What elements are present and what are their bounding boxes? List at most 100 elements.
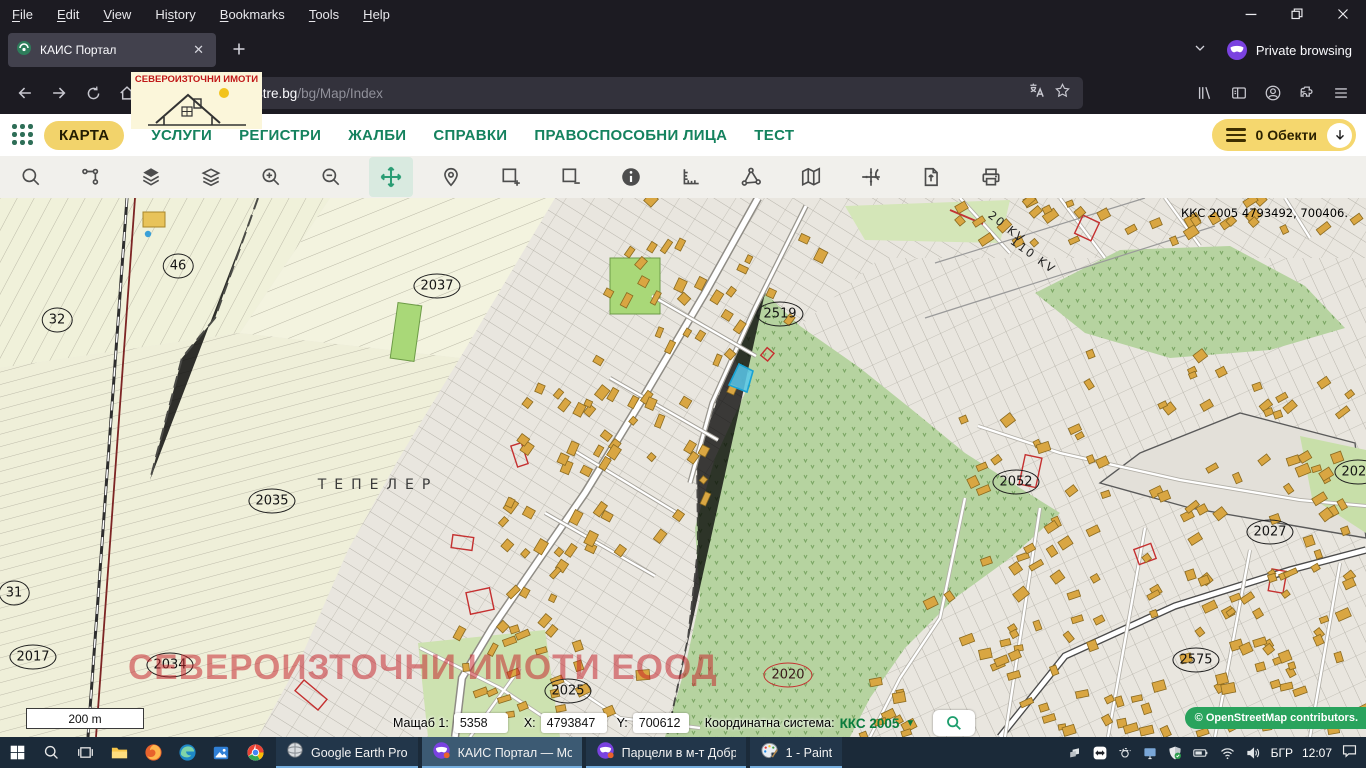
- minimize-button[interactable]: [1228, 0, 1274, 28]
- menu-history[interactable]: History: [155, 7, 195, 22]
- export-icon[interactable]: [909, 157, 953, 197]
- apps-grid-icon[interactable]: [12, 124, 34, 146]
- clock[interactable]: 12:07: [1302, 746, 1332, 760]
- tab-close-icon[interactable]: ✕: [189, 40, 208, 60]
- taskbar-app-label: Google Earth Pro: [311, 746, 408, 760]
- info-icon[interactable]: [609, 157, 653, 197]
- menu-help[interactable]: Help: [363, 7, 390, 22]
- crs-value[interactable]: ККС 2005: [840, 716, 900, 731]
- nav-item-2[interactable]: РЕГИСТРИ: [239, 127, 321, 144]
- url-text[interactable]: kais.cadastre.bg/bg/Map/Index: [199, 86, 1021, 101]
- rect-remove-icon[interactable]: [549, 157, 593, 197]
- search-icon[interactable]: [9, 157, 53, 197]
- edge-icon[interactable]: [170, 737, 204, 768]
- tab-list-chevron-icon[interactable]: [1192, 40, 1208, 61]
- parcel-label-2020: 2020: [763, 663, 812, 688]
- taskbar-app-3[interactable]: 1 - Paint: [750, 737, 843, 768]
- battery-icon[interactable]: [1192, 745, 1210, 761]
- map-search-button[interactable]: [933, 710, 975, 736]
- photos-icon[interactable]: [204, 737, 238, 768]
- crs-label: Координатна система:: [705, 716, 835, 730]
- marker-icon[interactable]: [429, 157, 473, 197]
- language-indicator[interactable]: БГР: [1271, 746, 1293, 760]
- teamviewer-icon[interactable]: [1092, 745, 1108, 761]
- system-tray: БГР 12:07: [1067, 737, 1366, 768]
- objects-download-icon[interactable]: [1327, 123, 1352, 148]
- new-tab-button[interactable]: [228, 38, 250, 65]
- menu-edit[interactable]: Edit: [57, 7, 79, 22]
- browser-menubar: File Edit View History Bookmarks Tools Help: [0, 0, 1366, 28]
- layers-filled-icon[interactable]: [129, 157, 173, 197]
- earth-icon: [286, 741, 304, 764]
- cursor-coords-readout: ККС 2005 4793492, 700406.: [1181, 206, 1348, 220]
- measure-area-icon[interactable]: [729, 157, 773, 197]
- cascade-windows-icon[interactable]: [1067, 745, 1083, 761]
- nav-item-3[interactable]: ЖАЛБИ: [348, 127, 406, 144]
- reload-icon[interactable]: [76, 77, 110, 109]
- zoom-out-icon[interactable]: [309, 157, 353, 197]
- firefox-private-icon: [596, 741, 615, 765]
- snip-icon[interactable]: [1117, 745, 1133, 761]
- app-menu-icon[interactable]: [1324, 77, 1358, 109]
- coordinate-grid-icon[interactable]: [849, 157, 893, 197]
- account-icon[interactable]: [1256, 77, 1290, 109]
- forward-icon[interactable]: [42, 77, 76, 109]
- print-icon[interactable]: [969, 157, 1013, 197]
- objects-menu-icon: [1226, 128, 1246, 142]
- taskbar-app-1[interactable]: КАИС Портал — Mo...: [422, 737, 582, 768]
- tab-kais-portal[interactable]: КАИС Портал ✕: [8, 33, 216, 67]
- nav-item-6[interactable]: ТЕСТ: [754, 127, 794, 144]
- parcel-label-2035: 2035: [248, 489, 295, 514]
- map-sheet-icon[interactable]: [789, 157, 833, 197]
- remote-monitor-icon[interactable]: [1142, 745, 1158, 761]
- measure-icon[interactable]: [669, 157, 713, 197]
- nav-item-1[interactable]: УСЛУГИ: [151, 127, 212, 144]
- zoom-in-icon[interactable]: [249, 157, 293, 197]
- wifi-icon[interactable]: [1219, 745, 1236, 761]
- bookmark-star-icon[interactable]: [1054, 82, 1071, 104]
- crs-dropdown-icon[interactable]: ▼: [905, 718, 915, 729]
- start-icon[interactable]: [0, 737, 34, 768]
- rect-add-icon[interactable]: [489, 157, 533, 197]
- nav-item-4[interactable]: СПРАВКИ: [433, 127, 507, 144]
- notification-center-icon[interactable]: [1341, 742, 1358, 764]
- nav-item-5[interactable]: ПРАВОСПОСОБНИ ЛИЦА: [534, 127, 727, 144]
- map-canvas[interactable]: 3246203725192035203420173120252020205220…: [0, 198, 1366, 737]
- address-field[interactable]: kais.cadastre.bg/bg/Map/Index: [148, 77, 1083, 109]
- select-features-icon[interactable]: [69, 157, 113, 197]
- menu-view[interactable]: View: [103, 7, 131, 22]
- objects-button[interactable]: 0 Обекти: [1212, 119, 1356, 151]
- menu-file[interactable]: File: [12, 7, 33, 22]
- site-logo: СЕВЕРОИЗТОЧНИ ИМОТИ: [131, 72, 262, 129]
- translate-icon[interactable]: [1027, 81, 1046, 105]
- menu-bookmarks[interactable]: Bookmarks: [220, 7, 285, 22]
- nav-item-0[interactable]: КАРТА: [44, 121, 124, 150]
- taskbar-search-icon[interactable]: [34, 737, 68, 768]
- library-icon[interactable]: [1188, 77, 1222, 109]
- parcel-label-32: 32: [42, 308, 73, 333]
- scale-input[interactable]: [454, 713, 508, 733]
- task-view-icon[interactable]: [68, 737, 102, 768]
- osm-attribution[interactable]: © OpenStreetMap contributors.: [1185, 707, 1366, 729]
- scale-bar: 200 m: [26, 708, 144, 729]
- sidebars-icon[interactable]: [1222, 77, 1256, 109]
- back-icon[interactable]: [8, 77, 42, 109]
- taskbar-app-2[interactable]: Парцели в м-т Добр...: [586, 737, 746, 768]
- menu-tools[interactable]: Tools: [309, 7, 339, 22]
- y-input[interactable]: [633, 713, 689, 733]
- tab-favicon: [16, 40, 32, 61]
- firefox-icon[interactable]: [136, 737, 170, 768]
- restore-button[interactable]: [1274, 0, 1320, 28]
- defender-icon[interactable]: [1167, 745, 1183, 761]
- layers-icon[interactable]: [189, 157, 233, 197]
- parcel-label-2017: 2017: [9, 645, 56, 670]
- x-input[interactable]: [541, 713, 607, 733]
- close-button[interactable]: [1320, 0, 1366, 28]
- pan-icon[interactable]: [369, 157, 413, 197]
- explorer-icon[interactable]: [102, 737, 136, 768]
- parcel-label-31: 31: [0, 581, 29, 606]
- extensions-icon[interactable]: [1290, 77, 1324, 109]
- volume-icon[interactable]: [1245, 745, 1262, 761]
- taskbar-app-0[interactable]: Google Earth Pro: [276, 737, 418, 768]
- chrome-icon[interactable]: [238, 737, 272, 768]
